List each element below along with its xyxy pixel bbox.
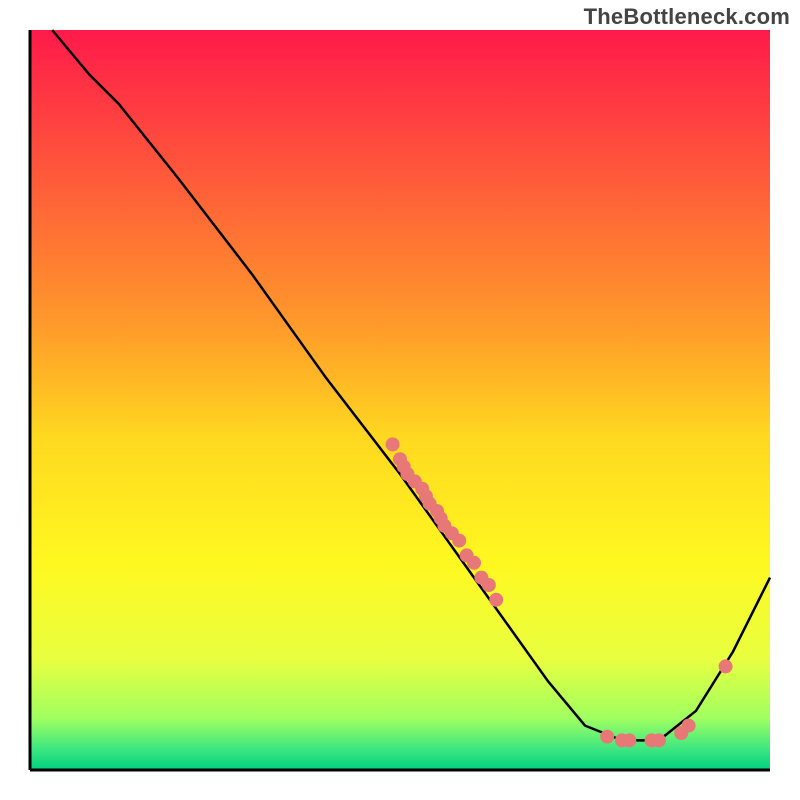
data-point: [482, 578, 496, 592]
data-point: [489, 593, 503, 607]
watermark-label: TheBottleneck.com: [584, 4, 790, 30]
bottleneck-chart: [0, 0, 800, 800]
data-point: [622, 733, 636, 747]
data-point: [386, 437, 400, 451]
gradient-background: [30, 30, 770, 770]
chart-frame: TheBottleneck.com: [0, 0, 800, 800]
data-point: [682, 719, 696, 733]
data-point: [719, 659, 733, 673]
data-point: [467, 556, 481, 570]
data-point: [452, 534, 466, 548]
data-point: [652, 733, 666, 747]
data-point: [600, 730, 614, 744]
